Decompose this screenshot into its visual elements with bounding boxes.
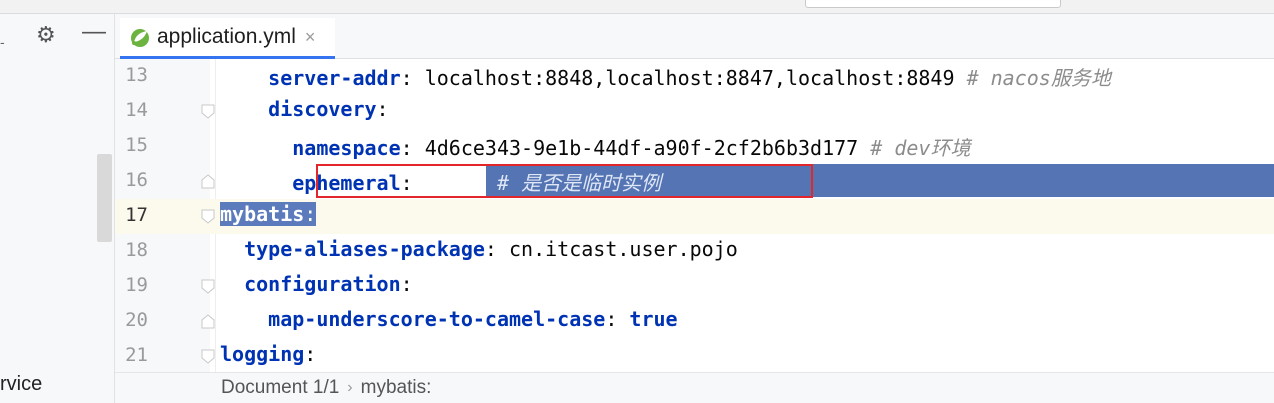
code-text: type-aliases-package: cn.itcast.user.poj… [220, 237, 738, 261]
code-line[interactable]: 20 map-underscore-to-camel-case: true [115, 304, 1274, 339]
tab-label: application.yml [157, 25, 296, 48]
line-number: 15 [125, 134, 148, 156]
code-text: logging: [220, 342, 317, 366]
yaml-key: namespace [292, 136, 401, 160]
close-icon[interactable] [1218, 0, 1228, 4]
line-number: 19 [125, 274, 148, 296]
line-number: 14 [125, 99, 148, 121]
code-line[interactable]: 18 type-aliases-package: cn.itcast.user.… [115, 234, 1274, 269]
project-tree-item[interactable]: rvice [0, 373, 42, 396]
yaml-comment: # dev环境 [870, 136, 971, 160]
line-number: 18 [125, 239, 148, 261]
hide-pane-icon[interactable]: — [82, 18, 106, 46]
tab-close-icon[interactable]: × [305, 27, 316, 48]
collapse-icon[interactable]: - [0, 34, 5, 50]
yaml-key: server-addr [268, 66, 401, 90]
code-text: server-addr: localhost:8848,localhost:88… [220, 62, 1111, 91]
search-everywhere-field[interactable] [805, 0, 1061, 8]
yaml-key: type-aliases-package [244, 237, 485, 261]
code-text: configuration: [220, 272, 413, 296]
gear-icon[interactable]: ⚙ [36, 22, 56, 48]
line-number: 21 [125, 344, 148, 366]
spring-leaf-icon [131, 29, 149, 47]
yaml-comment: # nacos服务地 [966, 66, 1111, 90]
tab-application-yml[interactable]: application.yml × [120, 18, 335, 59]
yaml-colon: : [304, 202, 317, 226]
code-line[interactable]: 15 namespace: 4d6ce343-9e1b-44df-a90f-2c… [115, 129, 1274, 164]
project-scrollbar[interactable] [97, 154, 112, 242]
code-line-current[interactable]: 17 mybatis: [115, 199, 1274, 234]
highlight-annotation-box [316, 164, 813, 198]
fold-icon[interactable] [201, 279, 215, 294]
code-text: discovery: [220, 97, 388, 121]
yaml-value: localhost:8848,localhost:8847,localhost:… [412, 66, 967, 90]
yaml-value: cn.itcast.user.pojo [496, 237, 738, 261]
fold-icon[interactable] [201, 104, 215, 119]
fold-end-icon[interactable] [201, 174, 215, 189]
editor-tab-bar: application.yml × [115, 14, 1274, 59]
code-editor[interactable]: 13 server-addr: localhost:8848,localhost… [115, 59, 1274, 372]
yaml-key: mybatis [220, 202, 305, 226]
line-number: 20 [125, 309, 148, 331]
yaml-key: discovery [268, 97, 377, 121]
project-pane: - ⚙ — rvice [0, 14, 115, 403]
yaml-value: 4d6ce343-9e1b-44df-a90f-2cf2b6b3d177 [412, 136, 871, 160]
breadcrumb-separator: › [347, 379, 353, 396]
fold-icon[interactable] [201, 209, 215, 224]
fold-icon[interactable] [201, 349, 215, 364]
code-line[interactable]: 13 server-addr: localhost:8848,localhost… [115, 59, 1274, 94]
breadcrumb-item-mybatis[interactable]: mybatis: [361, 377, 432, 399]
title-bar [0, 0, 1274, 14]
line-number: 17 [125, 204, 148, 226]
code-line[interactable]: 21 logging: [115, 339, 1274, 372]
yaml-key: configuration [244, 272, 401, 296]
project-toolbar: - ⚙ — [0, 14, 115, 59]
line-number: 13 [125, 64, 148, 86]
code-text: namespace: 4d6ce343-9e1b-44df-a90f-2cf2b… [220, 132, 970, 161]
code-text: map-underscore-to-camel-case: true [220, 307, 678, 331]
yaml-value: true [629, 307, 678, 331]
yaml-key: map-underscore-to-camel-case [268, 307, 606, 331]
yaml-key: logging [220, 342, 305, 366]
breadcrumb: Document 1/1 › mybatis: [115, 372, 1274, 403]
fold-end-icon[interactable] [201, 314, 215, 329]
line-number: 16 [125, 169, 148, 191]
code-text: mybatis: [220, 202, 317, 226]
breadcrumb-document[interactable]: Document 1/1 [221, 377, 339, 399]
code-line[interactable]: 19 configuration: [115, 269, 1274, 304]
code-line[interactable]: 14 discovery: [115, 94, 1274, 129]
